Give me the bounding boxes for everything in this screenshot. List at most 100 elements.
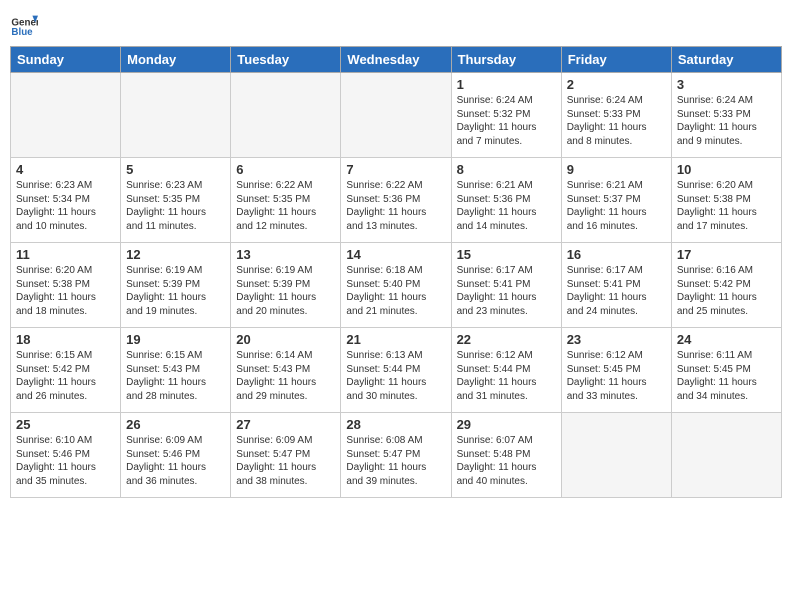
calendar-cell: 9 Sunrise: 6:21 AM Sunset: 5:37 PM Daylig… bbox=[561, 158, 671, 243]
cell-info: Sunrise: 6:11 AM Sunset: 5:45 PM Dayligh… bbox=[677, 349, 776, 403]
calendar-cell: 11 Sunrise: 6:20 AM Sunset: 5:38 PM Dayli… bbox=[11, 243, 121, 328]
cell-info: Sunrise: 6:22 AM Sunset: 5:35 PM Dayligh… bbox=[236, 179, 335, 233]
cell-info: Sunrise: 6:17 AM Sunset: 5:41 PM Dayligh… bbox=[457, 264, 556, 318]
calendar-cell: 10 Sunrise: 6:20 AM Sunset: 5:38 PM Dayli… bbox=[671, 158, 781, 243]
calendar-cell: 16Sunrise: 6:17 AM Sunset: 5:41 PM Dayli… bbox=[561, 243, 671, 328]
day-number: 4 bbox=[16, 162, 115, 177]
day-header-monday: Monday bbox=[121, 47, 231, 73]
day-number: 2 bbox=[567, 77, 666, 92]
calendar-cell: 14 Sunrise: 6:18 AM Sunset: 5:40 PM Dayli… bbox=[341, 243, 451, 328]
calendar-cell: 24 Sunrise: 6:11 AM Sunset: 5:45 PM Dayli… bbox=[671, 328, 781, 413]
calendar-cell: 22 Sunrise: 6:12 AM Sunset: 5:44 PM Dayli… bbox=[451, 328, 561, 413]
calendar-cell bbox=[671, 413, 781, 498]
cell-info: Sunrise: 6:10 AM Sunset: 5:46 PM Dayligh… bbox=[16, 434, 115, 488]
week-row-3: 11 Sunrise: 6:20 AM Sunset: 5:38 PM Dayli… bbox=[11, 243, 782, 328]
day-number: 3 bbox=[677, 77, 776, 92]
day-number: 9 bbox=[567, 162, 666, 177]
cell-info: Sunrise: 6:19 AM Sunset: 5:39 PM Dayligh… bbox=[126, 264, 225, 318]
calendar-cell: 25 Sunrise: 6:10 AM Sunset: 5:46 PM Dayli… bbox=[11, 413, 121, 498]
cell-info: Sunrise: 6:17 AM Sunset: 5:41 PM Dayligh… bbox=[567, 264, 666, 318]
logo: General Blue bbox=[10, 10, 42, 38]
day-header-sunday: Sunday bbox=[11, 47, 121, 73]
day-number: 15 bbox=[457, 247, 556, 262]
cell-info: Sunrise: 6:24 AM Sunset: 5:33 PM Dayligh… bbox=[677, 94, 776, 148]
day-number: 14 bbox=[346, 247, 445, 262]
calendar-cell: 28 Sunrise: 6:08 AM Sunset: 5:47 PM Dayli… bbox=[341, 413, 451, 498]
calendar-cell: 4 Sunrise: 6:23 AM Sunset: 5:34 PM Daylig… bbox=[11, 158, 121, 243]
calendar-cell bbox=[341, 73, 451, 158]
calendar-cell: 1 Sunrise: 6:24 AM Sunset: 5:32 PM Daylig… bbox=[451, 73, 561, 158]
day-number: 29 bbox=[457, 417, 556, 432]
cell-info: Sunrise: 6:23 AM Sunset: 5:34 PM Dayligh… bbox=[16, 179, 115, 233]
day-number: 19 bbox=[126, 332, 225, 347]
day-number: 5 bbox=[126, 162, 225, 177]
day-header-saturday: Saturday bbox=[671, 47, 781, 73]
cell-info: Sunrise: 6:24 AM Sunset: 5:33 PM Dayligh… bbox=[567, 94, 666, 148]
cell-info: Sunrise: 6:22 AM Sunset: 5:36 PM Dayligh… bbox=[346, 179, 445, 233]
cell-info: Sunrise: 6:21 AM Sunset: 5:36 PM Dayligh… bbox=[457, 179, 556, 233]
week-row-2: 4 Sunrise: 6:23 AM Sunset: 5:34 PM Daylig… bbox=[11, 158, 782, 243]
calendar-cell: 7Sunrise: 6:22 AM Sunset: 5:36 PM Daylig… bbox=[341, 158, 451, 243]
calendar-header-row: SundayMondayTuesdayWednesdayThursdayFrid… bbox=[11, 47, 782, 73]
calendar-cell: 19 Sunrise: 6:15 AM Sunset: 5:43 PM Dayli… bbox=[121, 328, 231, 413]
calendar-cell: 27 Sunrise: 6:09 AM Sunset: 5:47 PM Dayli… bbox=[231, 413, 341, 498]
day-number: 26 bbox=[126, 417, 225, 432]
calendar-cell: 5 Sunrise: 6:23 AM Sunset: 5:35 PM Daylig… bbox=[121, 158, 231, 243]
day-header-wednesday: Wednesday bbox=[341, 47, 451, 73]
cell-info: Sunrise: 6:21 AM Sunset: 5:37 PM Dayligh… bbox=[567, 179, 666, 233]
calendar-cell: 29 Sunrise: 6:07 AM Sunset: 5:48 PM Dayli… bbox=[451, 413, 561, 498]
calendar-cell: 2 Sunrise: 6:24 AM Sunset: 5:33 PM Daylig… bbox=[561, 73, 671, 158]
day-number: 1 bbox=[457, 77, 556, 92]
week-row-4: 18Sunrise: 6:15 AM Sunset: 5:42 PM Dayli… bbox=[11, 328, 782, 413]
calendar-cell bbox=[11, 73, 121, 158]
day-number: 17 bbox=[677, 247, 776, 262]
day-number: 13 bbox=[236, 247, 335, 262]
day-number: 11 bbox=[16, 247, 115, 262]
calendar-cell: 6Sunrise: 6:22 AM Sunset: 5:35 PM Daylig… bbox=[231, 158, 341, 243]
calendar-cell: 21 Sunrise: 6:13 AM Sunset: 5:44 PM Dayli… bbox=[341, 328, 451, 413]
calendar-cell bbox=[561, 413, 671, 498]
cell-info: Sunrise: 6:16 AM Sunset: 5:42 PM Dayligh… bbox=[677, 264, 776, 318]
cell-info: Sunrise: 6:23 AM Sunset: 5:35 PM Dayligh… bbox=[126, 179, 225, 233]
calendar-table: SundayMondayTuesdayWednesdayThursdayFrid… bbox=[10, 46, 782, 498]
cell-info: Sunrise: 6:19 AM Sunset: 5:39 PM Dayligh… bbox=[236, 264, 335, 318]
calendar-cell: 15 Sunrise: 6:17 AM Sunset: 5:41 PM Dayli… bbox=[451, 243, 561, 328]
calendar-cell: 18Sunrise: 6:15 AM Sunset: 5:42 PM Dayli… bbox=[11, 328, 121, 413]
cell-info: Sunrise: 6:12 AM Sunset: 5:44 PM Dayligh… bbox=[457, 349, 556, 403]
cell-info: Sunrise: 6:09 AM Sunset: 5:47 PM Dayligh… bbox=[236, 434, 335, 488]
calendar-cell: 17 Sunrise: 6:16 AM Sunset: 5:42 PM Dayli… bbox=[671, 243, 781, 328]
day-number: 28 bbox=[346, 417, 445, 432]
day-number: 24 bbox=[677, 332, 776, 347]
cell-info: Sunrise: 6:20 AM Sunset: 5:38 PM Dayligh… bbox=[16, 264, 115, 318]
calendar-cell: 26Sunrise: 6:09 AM Sunset: 5:46 PM Dayli… bbox=[121, 413, 231, 498]
day-number: 21 bbox=[346, 332, 445, 347]
cell-info: Sunrise: 6:15 AM Sunset: 5:43 PM Dayligh… bbox=[126, 349, 225, 403]
calendar-cell: 13 Sunrise: 6:19 AM Sunset: 5:39 PM Dayli… bbox=[231, 243, 341, 328]
calendar-cell bbox=[121, 73, 231, 158]
logo-icon: General Blue bbox=[10, 10, 38, 38]
day-number: 10 bbox=[677, 162, 776, 177]
svg-text:Blue: Blue bbox=[11, 27, 33, 38]
calendar-cell: 3 Sunrise: 6:24 AM Sunset: 5:33 PM Daylig… bbox=[671, 73, 781, 158]
cell-info: Sunrise: 6:14 AM Sunset: 5:43 PM Dayligh… bbox=[236, 349, 335, 403]
day-number: 25 bbox=[16, 417, 115, 432]
cell-info: Sunrise: 6:08 AM Sunset: 5:47 PM Dayligh… bbox=[346, 434, 445, 488]
cell-info: Sunrise: 6:13 AM Sunset: 5:44 PM Dayligh… bbox=[346, 349, 445, 403]
day-number: 20 bbox=[236, 332, 335, 347]
cell-info: Sunrise: 6:18 AM Sunset: 5:40 PM Dayligh… bbox=[346, 264, 445, 318]
calendar-cell: 8Sunrise: 6:21 AM Sunset: 5:36 PM Daylig… bbox=[451, 158, 561, 243]
calendar-cell: 23Sunrise: 6:12 AM Sunset: 5:45 PM Dayli… bbox=[561, 328, 671, 413]
cell-info: Sunrise: 6:20 AM Sunset: 5:38 PM Dayligh… bbox=[677, 179, 776, 233]
week-row-1: 1 Sunrise: 6:24 AM Sunset: 5:32 PM Daylig… bbox=[11, 73, 782, 158]
calendar-cell: 12Sunrise: 6:19 AM Sunset: 5:39 PM Dayli… bbox=[121, 243, 231, 328]
cell-info: Sunrise: 6:07 AM Sunset: 5:48 PM Dayligh… bbox=[457, 434, 556, 488]
day-header-tuesday: Tuesday bbox=[231, 47, 341, 73]
cell-info: Sunrise: 6:12 AM Sunset: 5:45 PM Dayligh… bbox=[567, 349, 666, 403]
week-row-5: 25 Sunrise: 6:10 AM Sunset: 5:46 PM Dayli… bbox=[11, 413, 782, 498]
day-header-thursday: Thursday bbox=[451, 47, 561, 73]
day-number: 27 bbox=[236, 417, 335, 432]
day-header-friday: Friday bbox=[561, 47, 671, 73]
cell-info: Sunrise: 6:24 AM Sunset: 5:32 PM Dayligh… bbox=[457, 94, 556, 148]
cell-info: Sunrise: 6:15 AM Sunset: 5:42 PM Dayligh… bbox=[16, 349, 115, 403]
day-number: 22 bbox=[457, 332, 556, 347]
